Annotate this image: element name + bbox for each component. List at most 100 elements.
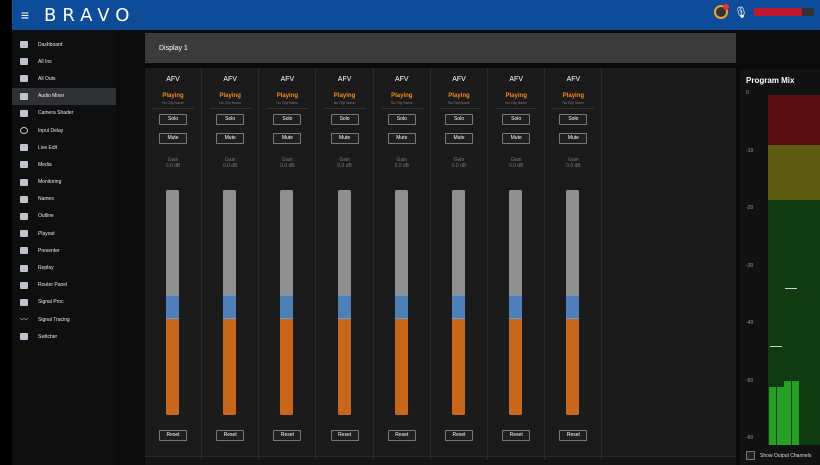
outline-icon xyxy=(20,212,28,220)
sidebar-item-media[interactable]: Media xyxy=(12,156,116,173)
fader-knob[interactable] xyxy=(280,295,294,319)
channel-divider xyxy=(153,108,194,109)
meter-yellow-zone xyxy=(768,145,820,200)
fader-knob[interactable] xyxy=(452,295,465,319)
gain-fader[interactable] xyxy=(509,190,523,415)
mixer-channel: AFV Playing No Clip Name Solo Mute Gain 0.0 dB… xyxy=(374,68,431,460)
sidebar-item-playout[interactable]: Playout xyxy=(12,225,116,242)
fader-knob[interactable] xyxy=(223,295,237,319)
gain-value: 0.0 dB xyxy=(566,163,581,169)
solo-button[interactable]: Solo xyxy=(159,114,187,125)
fader-track-upper xyxy=(223,190,237,295)
sidebar-item-signal-tracing[interactable]: 〰 Signal Tracing xyxy=(12,311,116,328)
sidebar-item-label: Media xyxy=(38,161,52,168)
show-output-toggle[interactable]: Show Output Channels xyxy=(746,451,811,460)
db-tick-label: -60 xyxy=(746,435,754,441)
solo-button[interactable]: Solo xyxy=(273,114,302,125)
channel-state: Playing xyxy=(276,93,299,99)
app-logo: BRAVO xyxy=(44,4,136,26)
gain-fader[interactable] xyxy=(280,190,294,415)
sidebar-item-camera-shader[interactable]: Camera Shader xyxy=(12,105,116,122)
channel-title: AFV xyxy=(509,76,523,83)
mic-muted-icon[interactable]: 🎙 xyxy=(734,6,748,19)
solo-button[interactable]: Solo xyxy=(445,114,473,125)
fader-knob[interactable] xyxy=(566,295,580,319)
channel-title: AFV xyxy=(566,76,581,83)
sidebar-item-router-panel[interactable]: Router Panel xyxy=(12,277,116,294)
sidebar-item-replay[interactable]: Replay xyxy=(12,259,116,276)
mixer-channel: AFV Playing No Clip Name Solo Mute Gain 0.0 dB… xyxy=(431,68,488,460)
gain-fader[interactable] xyxy=(394,190,408,415)
media-status-icon[interactable] xyxy=(714,4,730,19)
mixer-area: AFV Playing No Clip Name Solo Mute Gain 0.0 dB… xyxy=(145,68,736,465)
channel-state: Playing xyxy=(448,93,470,99)
reset-button[interactable]: Reset xyxy=(159,430,187,441)
solo-button[interactable]: Solo xyxy=(502,114,531,125)
sidebar-item-audio-mixer[interactable]: Audio Mixer xyxy=(12,87,116,105)
sidebar-item-label: Names xyxy=(38,196,54,203)
sidebar-item-label: All Ins xyxy=(38,58,52,65)
main-panel: Display 1 AFV Playing No Clip Name Solo Mute… xyxy=(145,30,736,465)
channel-state: Playing xyxy=(562,93,585,99)
sidebar: Dashboard All Ins All Outs Audio Mixer Camer… xyxy=(12,30,116,465)
mute-button[interactable]: Mute xyxy=(445,133,473,144)
mute-button[interactable]: Mute xyxy=(216,133,245,144)
db-tick-label: -30 xyxy=(746,262,754,269)
mute-button[interactable]: Mute xyxy=(387,133,416,144)
gain-value: 0.0 dB xyxy=(165,163,181,169)
sidebar-item-names[interactable]: Names xyxy=(12,191,116,208)
mute-button[interactable]: Mute xyxy=(330,133,359,144)
mute-button[interactable]: Mute xyxy=(559,133,588,144)
fader-track-upper xyxy=(280,190,294,295)
sidebar-item-signal-proc[interactable]: Signal Proc xyxy=(12,294,116,311)
solo-button[interactable]: Solo xyxy=(330,114,359,125)
gain-fader[interactable] xyxy=(223,190,237,415)
sidebar-item-label: All Outs xyxy=(38,75,56,82)
mute-button[interactable]: Mute xyxy=(273,133,302,144)
reset-button[interactable]: Reset xyxy=(273,430,302,441)
hamburger-icon[interactable]: ≡ xyxy=(12,0,38,30)
sidebar-item-dashboard[interactable]: Dashboard xyxy=(12,36,116,53)
reset-button[interactable]: Reset xyxy=(330,430,359,441)
fader-track-level xyxy=(452,319,465,415)
gain-value: 0.0 dB xyxy=(508,163,524,169)
reset-button[interactable]: Reset xyxy=(387,430,416,441)
reset-button[interactable]: Reset xyxy=(445,430,473,441)
reset-button[interactable]: Reset xyxy=(502,430,531,441)
sidebar-item-live-edit[interactable]: Live Edit xyxy=(12,139,116,156)
sidebar-item-input-delay[interactable]: Input Delay xyxy=(12,122,116,139)
sidebar-item-label: Camera Shader xyxy=(38,110,74,117)
names-icon xyxy=(20,195,28,203)
display-tab[interactable]: Display 1 xyxy=(145,33,736,63)
mute-button[interactable]: Mute xyxy=(502,133,531,144)
sidebar-item-label: Router Panel xyxy=(38,282,68,289)
fader-knob[interactable] xyxy=(394,295,408,319)
live-edit-icon xyxy=(20,144,28,152)
sidebar-item-monitoring[interactable]: Monitoring xyxy=(12,174,116,191)
fader-knob[interactable] xyxy=(166,295,179,319)
reset-button[interactable]: Reset xyxy=(559,430,588,441)
fader-knob[interactable] xyxy=(509,295,523,319)
fader-knob[interactable] xyxy=(337,295,351,319)
solo-button[interactable]: Solo xyxy=(387,114,416,125)
sidebar-item-switcher[interactable]: Switcher xyxy=(12,328,116,345)
gain-fader[interactable] xyxy=(452,190,465,415)
sidebar-item-all-outs[interactable]: All Outs xyxy=(12,70,116,87)
timer-icon xyxy=(20,127,28,135)
solo-button[interactable]: Solo xyxy=(216,114,245,125)
reset-button[interactable]: Reset xyxy=(216,430,245,441)
gain-fader[interactable] xyxy=(166,190,179,415)
show-output-label: Show Output Channels xyxy=(760,452,812,459)
channel-state: Playing xyxy=(391,93,413,99)
gain-fader[interactable] xyxy=(337,190,351,415)
meter-red-zone xyxy=(768,95,820,145)
gain-fader[interactable] xyxy=(566,190,580,415)
show-output-checkbox[interactable] xyxy=(746,451,755,460)
fader-track-level xyxy=(509,319,523,415)
mute-button[interactable]: Mute xyxy=(159,133,187,144)
sidebar-item-all-ins[interactable]: All Ins xyxy=(12,53,116,70)
sidebar-item-presenter[interactable]: Presenter xyxy=(12,242,116,259)
sidebar-item-outline[interactable]: Outline xyxy=(12,208,116,225)
solo-button[interactable]: Solo xyxy=(559,114,588,125)
channel-title: AFV xyxy=(452,76,466,83)
